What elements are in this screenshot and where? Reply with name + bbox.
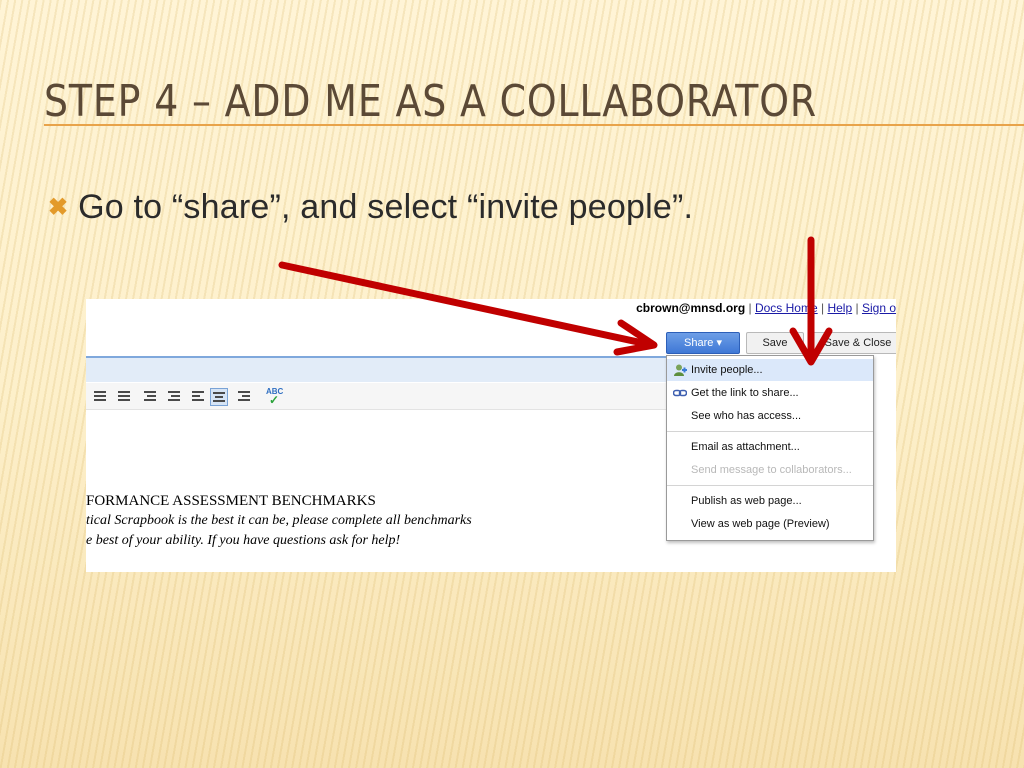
arrow-to-invite-people	[789, 236, 833, 366]
arrow-overlay	[278, 236, 833, 366]
arrow-to-share-button	[278, 261, 658, 356]
